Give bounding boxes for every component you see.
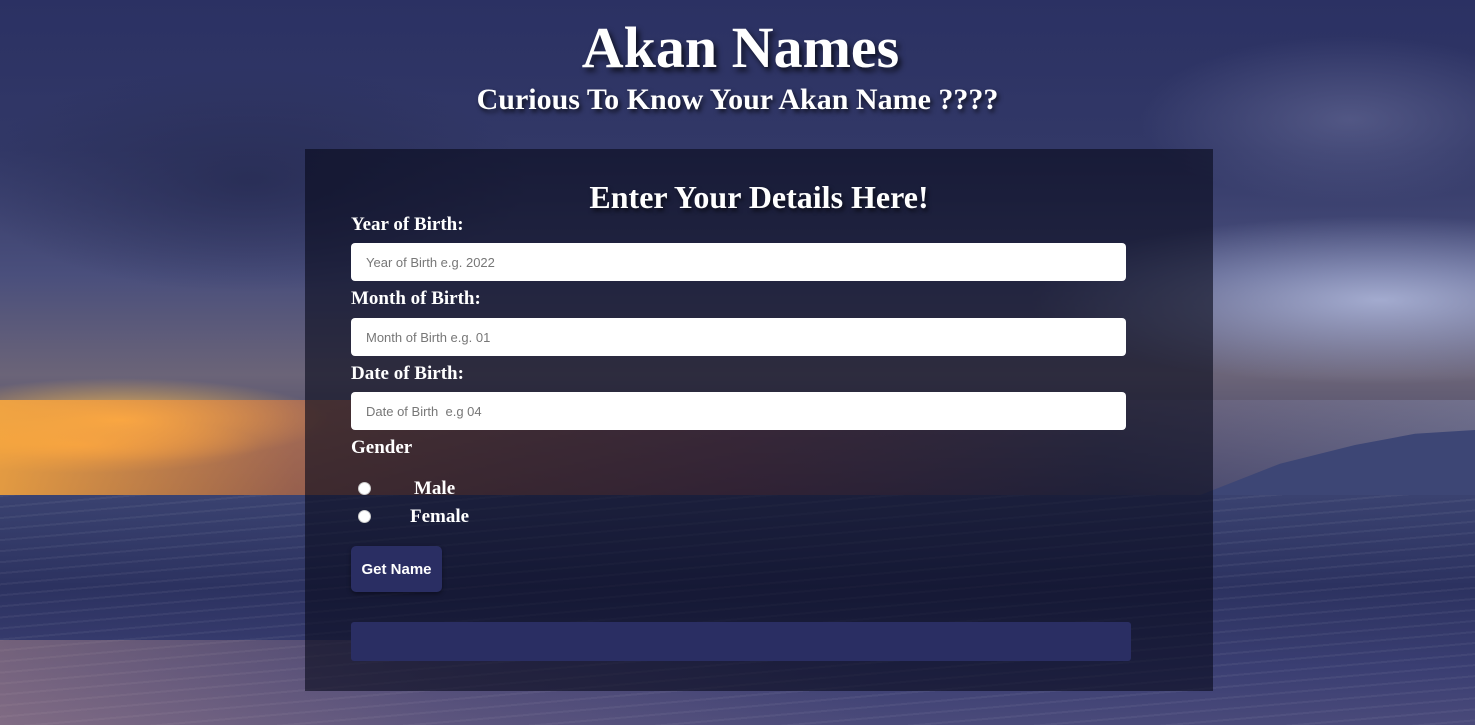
get-name-button[interactable]: Get Name [351,546,442,592]
month-input[interactable] [351,318,1126,356]
male-label: Male [414,478,456,499]
year-label: Year of Birth: [351,214,464,235]
female-radio[interactable] [358,510,371,523]
page-subtitle: Curious To Know Your Akan Name ???? [476,83,999,116]
female-label: Female [410,506,470,527]
result-output [351,622,1131,661]
page-header: Akan Names Curious To Know Your Akan Nam… [0,14,1475,118]
date-input[interactable] [351,392,1126,430]
details-form: Enter Your Details Here! Year of Birth: … [305,149,1213,691]
year-input[interactable] [351,243,1126,281]
gender-label: Gender [351,437,413,458]
male-radio[interactable] [358,482,371,495]
page-title: Akan Names [581,15,900,80]
month-label: Month of Birth: [351,288,481,309]
form-heading: Enter Your Details Here! [589,179,929,215]
date-label: Date of Birth: [351,363,464,384]
